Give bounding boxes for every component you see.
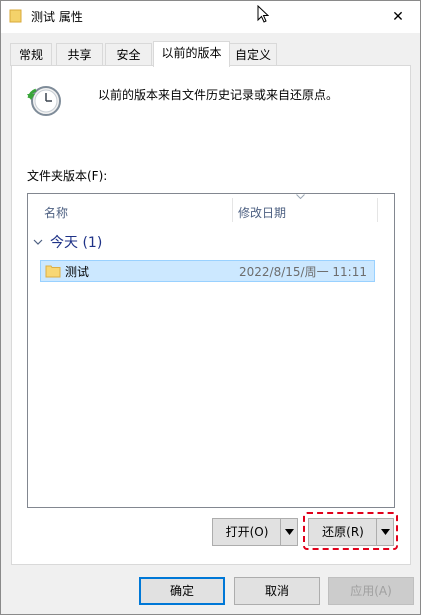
cancel-button[interactable]: 取消 [234, 577, 320, 605]
apply-button[interactable]: 应用(A) [328, 577, 414, 605]
tab-previous-versions[interactable]: 以前的版本 [153, 41, 230, 67]
open-split-button[interactable]: 打开(O) [212, 518, 298, 546]
restore-split-button[interactable]: 还原(R) [308, 518, 394, 546]
ok-button[interactable]: 确定 [139, 577, 225, 605]
title-bar[interactable]: 测试 属性 ✕ [1, 1, 420, 33]
sort-chevron-icon [296, 194, 305, 199]
column-header-name[interactable]: 名称 [44, 204, 68, 221]
column-header-modified[interactable]: 修改日期 [238, 204, 286, 221]
column-divider[interactable] [377, 198, 378, 222]
properties-dialog: 测试 属性 ✕ 常规 共享 安全 以前的版本 自定义 以前的版本来自文件历史记录… [0, 0, 421, 615]
open-button-label[interactable]: 打开(O) [213, 519, 281, 545]
versions-list[interactable]: 名称 修改日期 今天 (1) 测试 2022/8/15/周一 11:11 [27, 193, 395, 508]
tab-security[interactable]: 安全 [105, 43, 152, 66]
tab-general[interactable]: 常规 [10, 43, 52, 66]
chevron-down-icon[interactable] [33, 239, 43, 246]
tab-sharing[interactable]: 共享 [56, 43, 103, 66]
open-dropdown-arrow[interactable] [280, 519, 297, 545]
tab-customize[interactable]: 自定义 [229, 43, 277, 66]
item-name: 测试 [65, 265, 90, 279]
restore-button-label[interactable]: 还原(R) [309, 519, 377, 545]
item-modified-date: 2022/8/15/周一 11:11 [239, 265, 367, 279]
group-header-today[interactable]: 今天 (1) [50, 232, 102, 252]
folder-versions-label: 文件夹版本(F): [27, 169, 108, 183]
previous-versions-panel: 以前的版本来自文件历史记录或来自还原点。 文件夹版本(F): 名称 修改日期 今… [11, 65, 411, 565]
list-item[interactable]: 测试 2022/8/15/周一 11:11 [40, 260, 375, 282]
close-button[interactable]: ✕ [376, 1, 420, 33]
folder-icon [45, 265, 61, 278]
panel-description: 以前的版本来自文件历史记录或来自还原点。 [98, 88, 339, 102]
window-title: 测试 属性 [31, 10, 83, 24]
close-icon: ✕ [392, 9, 404, 25]
mouse-cursor-icon [257, 5, 269, 23]
caret-down-icon [380, 529, 390, 535]
column-divider[interactable] [232, 198, 233, 222]
tab-strip: 常规 共享 安全 以前的版本 自定义 [1, 41, 420, 67]
folder-icon [9, 9, 22, 23]
history-clock-icon [27, 86, 61, 116]
caret-down-icon [284, 529, 294, 535]
restore-dropdown-arrow[interactable] [376, 519, 393, 545]
